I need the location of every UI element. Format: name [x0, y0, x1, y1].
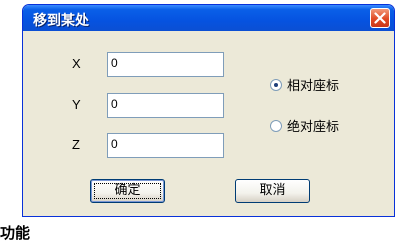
absolute-coord-label[interactable]: 绝对座标 [287, 116, 339, 135]
cancel-button[interactable]: 取消 [235, 179, 310, 203]
move-to-dialog: 移到某处 X 0 Y 0 Z 0 相对座标 绝对座标 确定 取消 [22, 4, 395, 217]
close-icon [374, 12, 386, 24]
y-input[interactable]: 0 [107, 93, 224, 118]
background-heading-text: 功能 [0, 224, 31, 242]
ok-button[interactable]: 确定 [90, 179, 165, 203]
dialog-title: 移到某处 [33, 13, 89, 29]
relative-coord-radio[interactable] [270, 79, 282, 91]
z-input[interactable]: 0 [107, 133, 224, 158]
focus-rect [94, 183, 161, 199]
x-input[interactable]: 0 [107, 52, 224, 77]
cancel-button-label: 取消 [259, 183, 286, 198]
radio-selected-dot [274, 83, 278, 87]
y-label: Y [72, 97, 81, 112]
absolute-coord-radio[interactable] [270, 120, 282, 132]
x-label: X [72, 56, 81, 71]
close-button[interactable] [370, 8, 390, 28]
z-label: Z [72, 137, 80, 152]
relative-coord-label[interactable]: 相对座标 [287, 75, 339, 94]
title-bar[interactable]: 移到某处 [23, 5, 394, 31]
